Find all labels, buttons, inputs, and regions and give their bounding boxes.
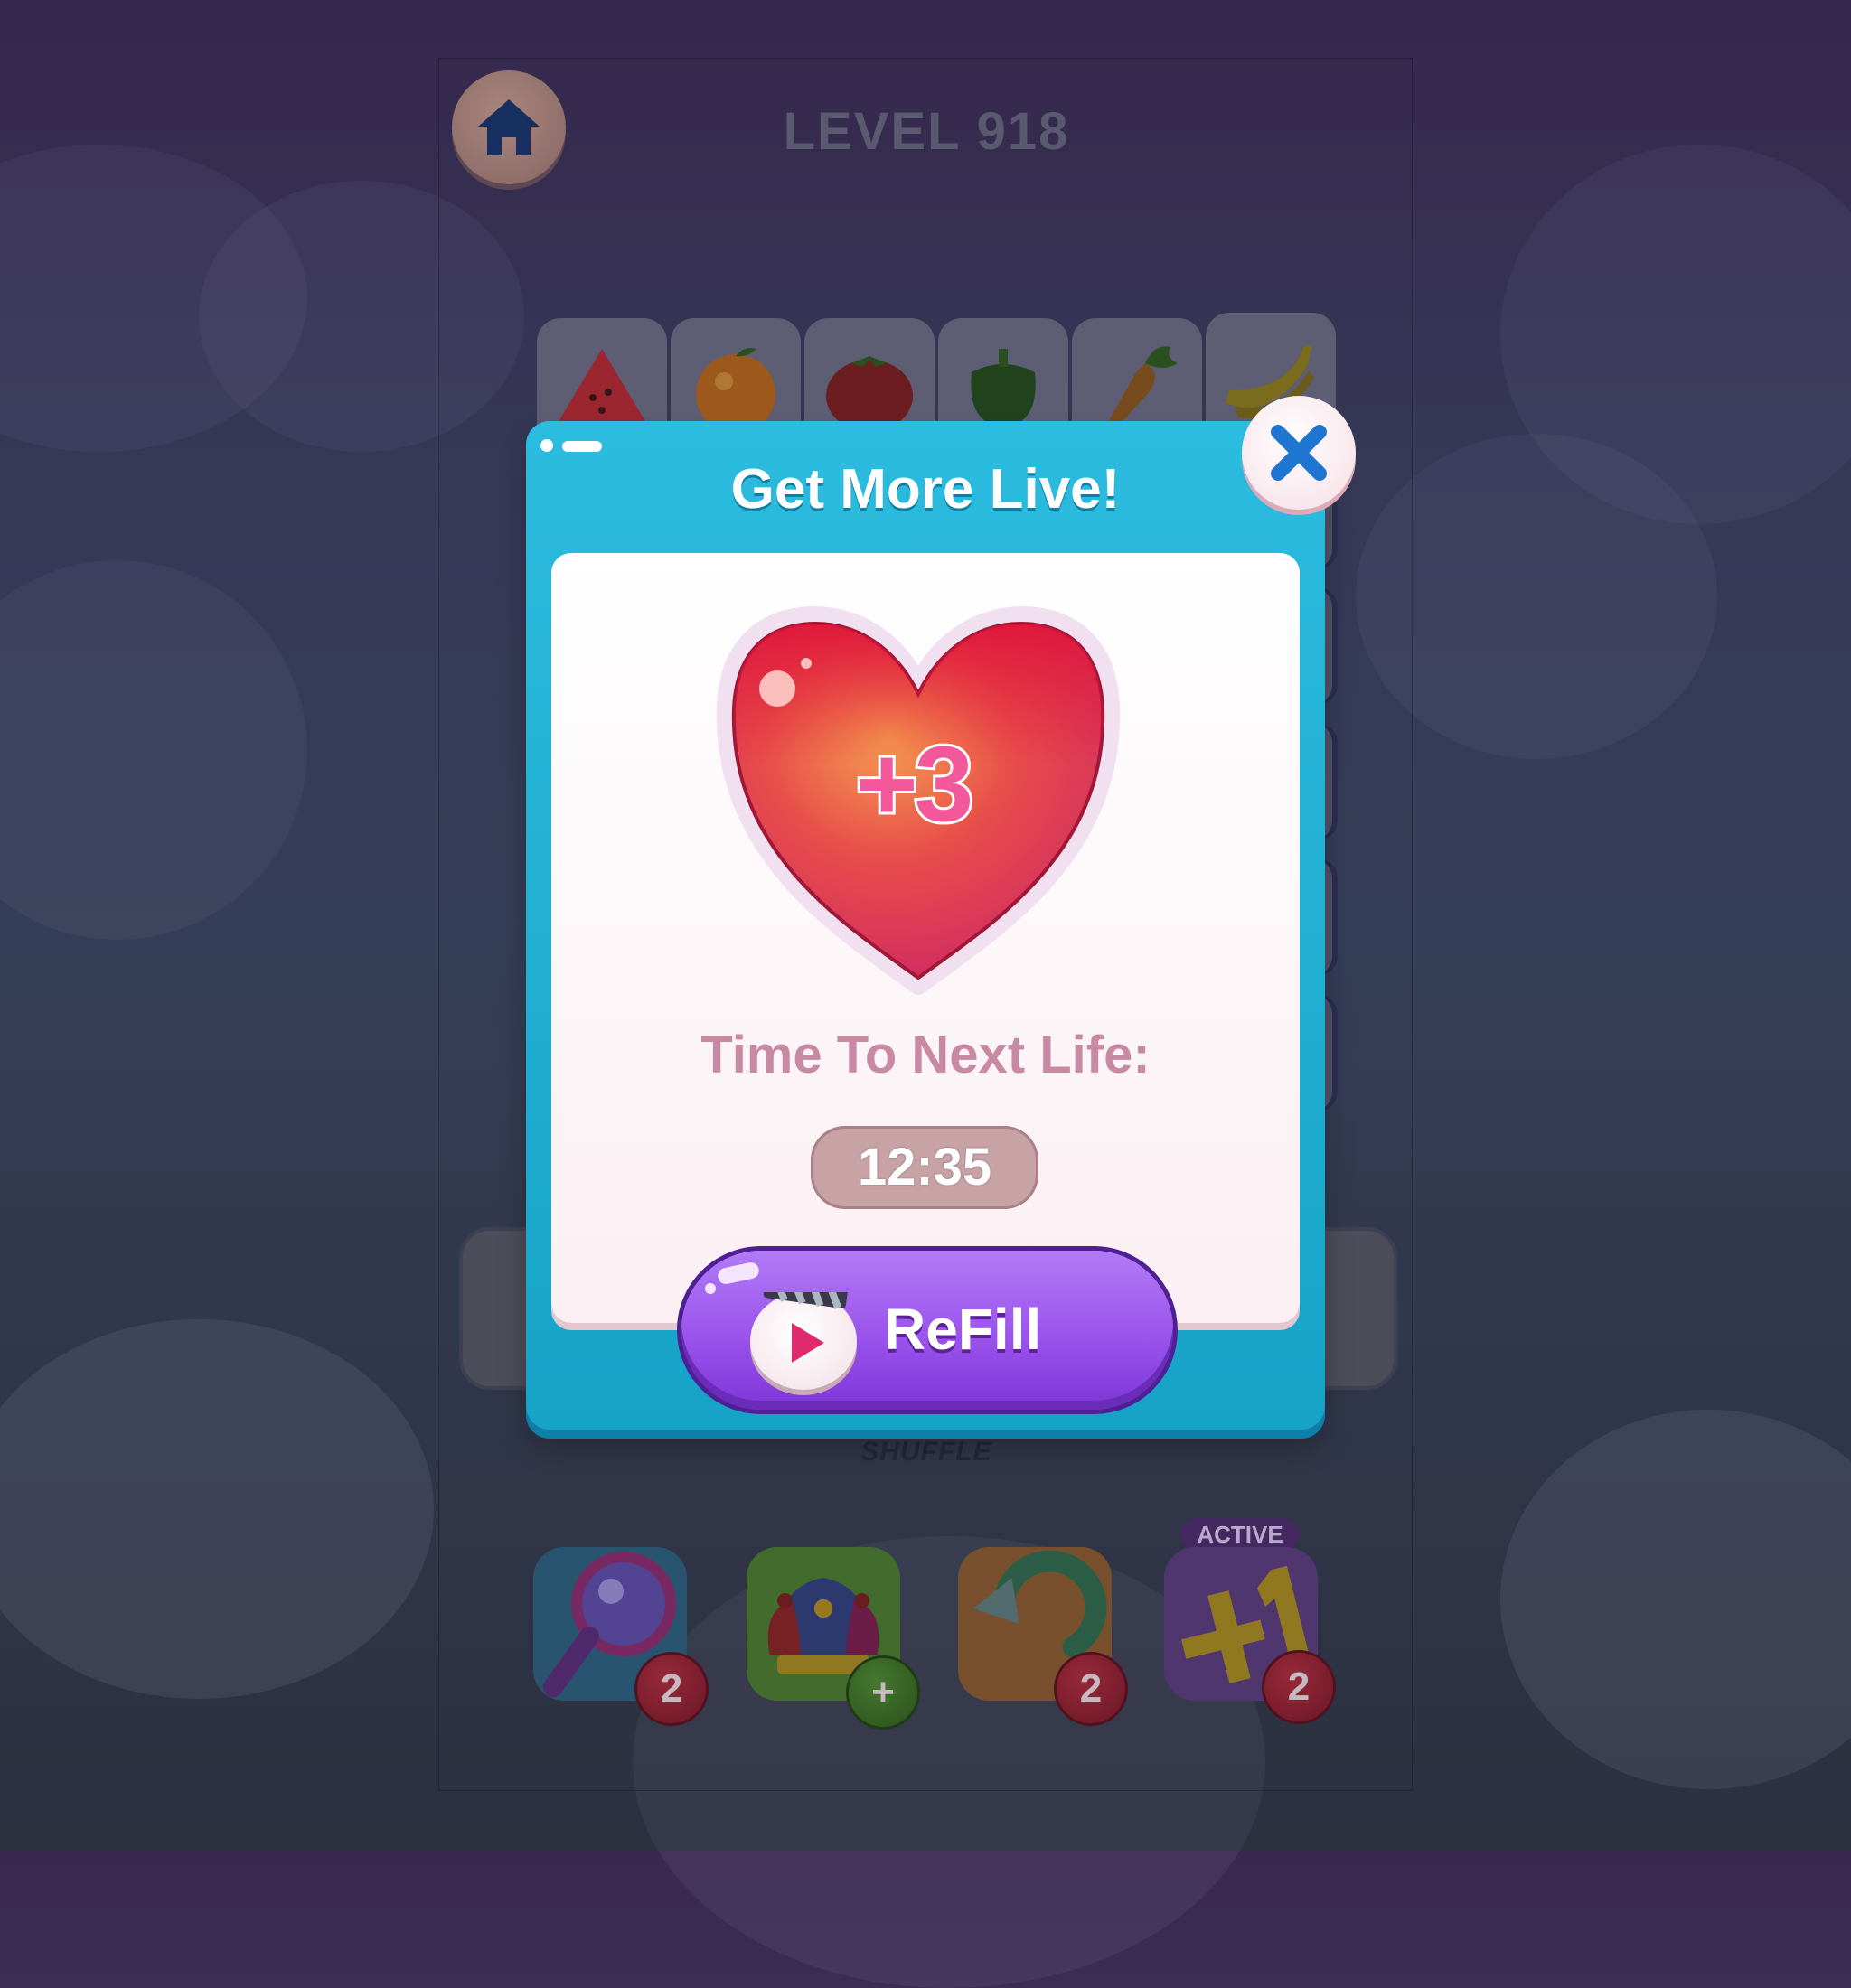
shine-dot — [705, 1283, 716, 1294]
lives-amount: +3 — [853, 722, 977, 847]
shine-dash — [562, 441, 602, 452]
shine-dot — [540, 439, 553, 452]
next-life-label: Time To Next Life: — [700, 1026, 1151, 1084]
close-button[interactable] — [1242, 396, 1356, 510]
refill-button[interactable]: ReFill — [681, 1251, 1173, 1410]
video-ad-icon — [750, 1278, 857, 1390]
shine-dash — [716, 1261, 761, 1286]
close-icon — [1271, 425, 1327, 481]
refill-label: ReFill — [884, 1297, 1042, 1362]
dialog-title: Get More Live! — [730, 458, 1121, 520]
life-timer: 12:35 — [811, 1126, 1038, 1209]
